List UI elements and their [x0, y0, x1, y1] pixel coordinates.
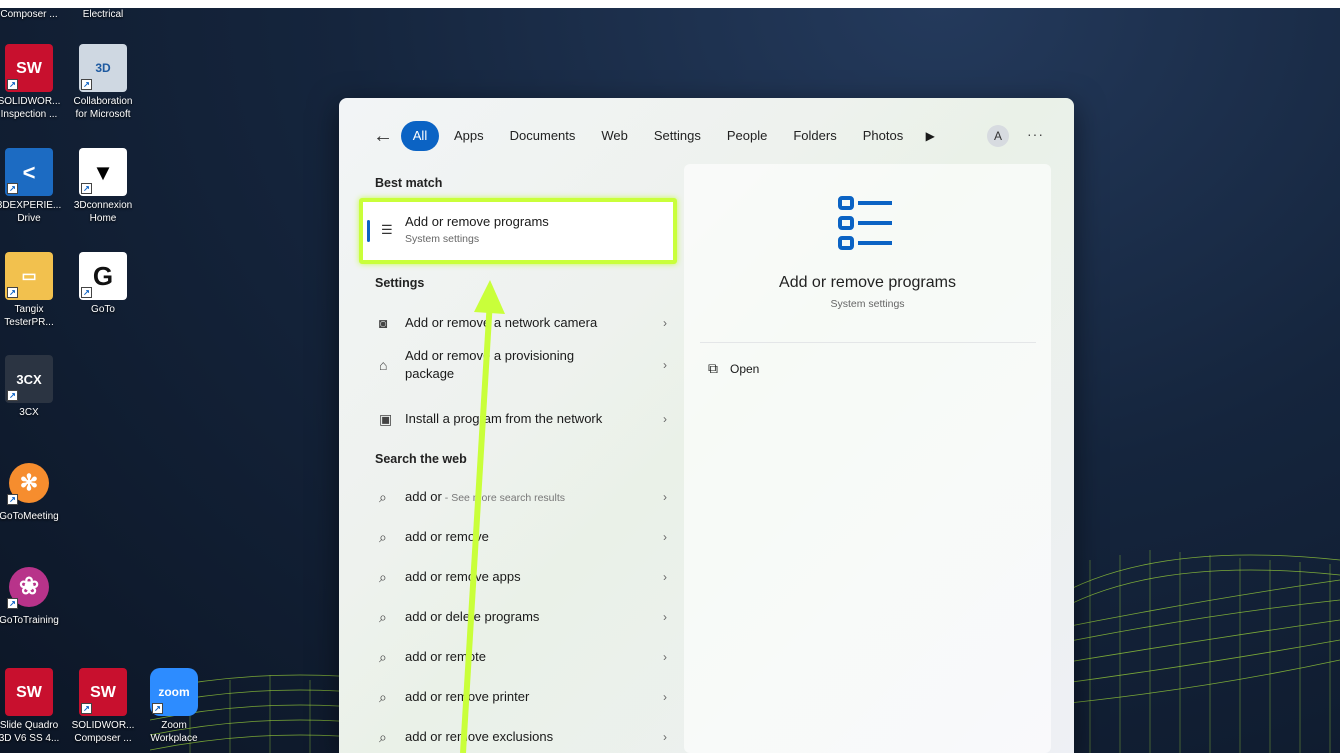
best-match-item[interactable]: ☰ Add or remove programs System settings	[359, 198, 677, 264]
chevron-right-icon: ›	[663, 610, 667, 624]
settings-item[interactable]: ▣ Install a program from the network ›	[375, 399, 675, 439]
web-result-item[interactable]: ⌕ add or remove printer ›	[375, 677, 675, 717]
search-icon: ⌕	[379, 488, 387, 505]
desktop-icon-solidworks-composer[interactable]: SW ↗ SOLIDWOR... Composer ...	[68, 668, 138, 745]
web-result-item[interactable]: ⌕ add or - See more search results ›	[375, 477, 675, 517]
solidworks-icon: SW ↗	[79, 668, 127, 716]
desktop-icon-zoom[interactable]: zoom ↗ Zoom Workplace	[139, 668, 209, 745]
3dconnexion-icon: ▼ ↗	[79, 148, 127, 196]
tab-documents[interactable]: Documents	[499, 121, 587, 151]
open-external-icon: ⧉	[708, 360, 718, 376]
desktop-icon-tangix[interactable]: ▭ ↗ Tangix TesterPR...	[0, 252, 64, 329]
chevron-right-icon: ›	[663, 690, 667, 704]
3cx-icon: 3CX ↗	[5, 355, 53, 403]
tab-folders[interactable]: Folders	[782, 121, 847, 151]
desktop-icon-3cx[interactable]: 3CX ↗ 3CX	[0, 355, 64, 419]
web-result-item[interactable]: ⌕ add or delete programs ›	[375, 597, 675, 637]
list-settings-icon	[838, 196, 892, 250]
settings-header: Settings	[375, 276, 425, 290]
chevron-right-icon: ›	[663, 730, 667, 744]
tab-web[interactable]: Web	[590, 121, 639, 151]
web-result-item[interactable]: ⌕ add or remove ›	[375, 517, 675, 557]
preview-title: Add or remove programs	[779, 274, 956, 291]
desktop-icon-gototraining[interactable]: ❀ ↗ GoToTraining	[0, 563, 64, 627]
list-settings-icon: ☰	[381, 222, 393, 237]
settings-item[interactable]: ⌂ Add or remove a provisioning package ›	[375, 342, 675, 388]
tab-all[interactable]: All	[401, 121, 439, 151]
goto-icon: G ↗	[79, 252, 127, 300]
desktop-icon-3dexperience-drive[interactable]: < ↗ 3DEXPERIE... Drive	[0, 148, 64, 225]
desktop-icon-3dconnexion[interactable]: ▼ ↗ 3Dconnexion Home	[68, 148, 138, 225]
divider	[700, 342, 1036, 343]
open-button[interactable]: ⧉ Open	[708, 360, 759, 377]
search-icon: ⌕	[379, 528, 387, 545]
search-icon: ⌕	[379, 648, 387, 665]
solidworks-icon: SW ↗	[5, 44, 53, 92]
chevron-right-icon: ›	[663, 530, 667, 544]
selection-indicator	[367, 220, 370, 242]
desktop-icon-slide-quadro[interactable]: SW Slide Quadro 3D V6 SS 4...	[0, 668, 64, 745]
search-icon: ⌕	[379, 568, 387, 585]
more-tabs-arrow-icon[interactable]: ▶	[918, 129, 942, 143]
preview-pane: Add or remove programs System settings ⧉…	[684, 164, 1051, 753]
best-match-header: Best match	[375, 176, 443, 190]
top-edge	[0, 0, 1340, 8]
tab-photos[interactable]: Photos	[852, 121, 914, 151]
share-icon: < ↗	[5, 148, 53, 196]
folder-icon: ▭ ↗	[5, 252, 53, 300]
chevron-right-icon: ›	[663, 358, 667, 372]
program-icon: ▣	[379, 410, 393, 427]
best-match-title: Add or remove programs	[405, 214, 549, 229]
search-icon: ⌕	[379, 688, 387, 705]
chevron-right-icon: ›	[663, 490, 667, 504]
solidworks-icon: SW	[5, 668, 53, 716]
tab-apps[interactable]: Apps	[443, 121, 495, 151]
more-options-icon[interactable]: ···	[1027, 126, 1044, 142]
search-icon: ⌕	[379, 728, 387, 745]
search-panel: ← All Apps Documents Web Settings People…	[339, 98, 1074, 753]
desktop-icon-solidworks-inspection[interactable]: SW ↗ SOLIDWOR... Inspection ...	[0, 44, 64, 121]
desktop-icon-collaboration[interactable]: 3D ↗ Collaboration for Microsoft	[68, 44, 138, 121]
settings-item[interactable]: ◙ Add or remove a network camera ›	[375, 303, 675, 343]
search-web-header: Search the web	[375, 452, 467, 466]
gotomeeting-icon: ✻ ↗	[5, 459, 53, 507]
tab-people[interactable]: People	[716, 121, 778, 151]
desktop-top-label-1: Composer ...	[0, 9, 58, 20]
preview-subtitle: System settings	[830, 298, 905, 310]
chevron-right-icon: ›	[663, 650, 667, 664]
zoom-icon: zoom ↗	[150, 668, 198, 716]
search-icon: ⌕	[379, 608, 387, 625]
desktop-icon-goto[interactable]: G ↗ GoTo	[68, 252, 138, 316]
desktop-top-label-2: Electrical	[82, 9, 124, 20]
collaboration-icon: 3D ↗	[79, 44, 127, 92]
gototraining-icon: ❀ ↗	[5, 563, 53, 611]
desktop-icon-gotomeeting[interactable]: ✻ ↗ GoToMeeting	[0, 459, 64, 523]
chevron-right-icon: ›	[663, 412, 667, 426]
web-result-item[interactable]: ⌕ add or remove apps ›	[375, 557, 675, 597]
best-match-subtitle: System settings	[405, 233, 480, 245]
avatar[interactable]: A	[987, 125, 1009, 147]
web-result-item[interactable]: ⌕ add or remote ›	[375, 637, 675, 677]
chevron-right-icon: ›	[663, 570, 667, 584]
briefcase-icon: ⌂	[379, 357, 388, 373]
camera-icon: ◙	[379, 315, 388, 331]
filter-tabs: ← All Apps Documents Web Settings People…	[369, 120, 942, 152]
chevron-right-icon: ›	[663, 316, 667, 330]
tab-settings[interactable]: Settings	[643, 121, 712, 151]
web-result-item[interactable]: ⌕ add or remove exclusions ›	[375, 717, 675, 753]
back-arrow-icon[interactable]: ←	[369, 125, 397, 148]
